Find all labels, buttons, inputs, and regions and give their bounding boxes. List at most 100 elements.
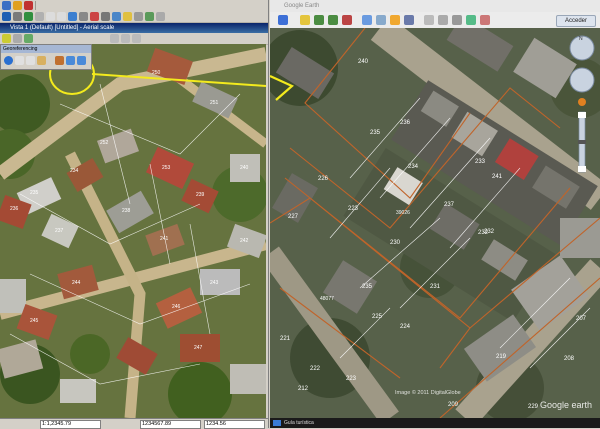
save-icon[interactable] [112,12,121,21]
ge-parcel-label: 224 [400,324,411,330]
ge-parcel-label: 235 [370,130,381,136]
ge-parcel-label: 219 [496,354,507,360]
left-parcel-label: 247 [194,345,203,351]
ruler-icon[interactable] [424,15,434,25]
zoom-extent-icon[interactable] [68,12,77,21]
ge-parcel-label: 221 [280,336,291,342]
ge-parcel-label: 209 [448,402,459,408]
left-parcel-label: 252 [100,140,109,146]
left-parcel-label: 239 [196,192,205,198]
pan-icon[interactable] [13,1,22,10]
properties-icon[interactable] [24,34,33,43]
save-image-icon[interactable] [466,15,476,25]
ge-status-bar: Guía turística [270,418,600,428]
print-icon[interactable] [452,15,462,25]
panel-title: Georeferencing [1,45,91,53]
select-icon[interactable] [13,12,22,21]
left-parcel-label: 235 [30,190,39,196]
edit-icon[interactable] [121,34,130,43]
left-parcel-label: 242 [240,238,249,244]
ge-parcel-label: 222 [310,366,321,372]
stop-icon[interactable] [90,12,99,21]
send-to-earth-icon[interactable] [66,56,75,65]
path-icon[interactable] [328,15,338,25]
placemark-icon[interactable] [300,15,310,25]
snap-icon[interactable] [110,34,119,43]
google-earth-sync-icon[interactable] [55,56,64,65]
left-parcel-label: 251 [210,100,219,106]
print-icon[interactable] [101,12,110,21]
zoom-out-icon[interactable] [57,12,66,21]
street-view-icon[interactable] [578,98,586,106]
get-from-earth-icon[interactable] [77,56,86,65]
planets-icon[interactable] [404,15,414,25]
compass-icon[interactable] [37,56,46,65]
globe-icon[interactable] [2,12,11,21]
ge-parcel-label: 236 [400,120,411,126]
ge-parcel-label: 232 [484,229,495,235]
ge-3d-view[interactable]: 240 235 236 233 234 226 223 230 231 232 235 224 221 2… [270,28,600,418]
left-parcel-label: 244 [72,280,81,286]
left-parcel-label: 238 [122,208,131,214]
tour-guide-label[interactable]: Guía turística [284,420,314,426]
map-window-title: Vista 1 (Default) [Untitled] - Aerial sc… [0,23,268,33]
ge-parcel-label: 208 [564,356,575,362]
zoom-out-icon[interactable] [578,166,586,172]
ge-parcel-label: 227 [288,214,299,220]
polygon-icon[interactable] [314,15,324,25]
ge-parcel-label: 233 [475,159,486,165]
refresh-icon[interactable] [79,12,88,21]
gis-application-window: Vista 1 (Default) [Untitled] - Aerial sc… [0,0,269,429]
ge-parcel-label: 225 [372,314,383,320]
left-parcel-label: 236 [10,206,19,212]
sun-icon[interactable] [390,15,400,25]
zoom-in-icon[interactable] [46,12,55,21]
grid-icon[interactable] [134,12,143,21]
move-control-icon[interactable] [569,67,595,93]
left-parcel-label: 240 [240,165,249,171]
arrow-left-icon[interactable] [15,56,24,65]
maps-icon[interactable] [480,15,490,25]
ge-parcel-label: 229 [528,404,539,410]
historical-imagery-icon[interactable] [376,15,386,25]
ge-parcel-label: 231 [430,284,441,290]
left-parcel-label: 250 [152,70,161,76]
email-icon[interactable] [438,15,448,25]
layers-icon[interactable] [13,34,22,43]
delete-icon[interactable] [24,1,33,10]
earth-icon[interactable] [4,56,13,65]
sidebar-toggle-icon[interactable] [278,15,288,25]
help-icon[interactable] [156,12,165,21]
overlay-icon[interactable] [342,15,352,25]
ge-parcel-label: 234 [408,164,419,170]
ge-parcel-label: 241 [492,174,503,180]
yellow-arrow-icon [269,62,295,101]
google-earth-logo: Google earth [540,400,592,410]
left-parcel-label: 243 [210,280,219,286]
ge-parcel-label: 240 [358,59,369,65]
arrow-right-icon[interactable] [26,56,35,65]
ge-parcel-label: 230 [390,240,401,246]
measure-icon[interactable] [35,12,44,21]
ge-parcel-label: 237 [444,202,455,208]
ge-parcel-label: 223 [348,206,359,212]
left-parcel-label: 234 [70,168,79,174]
node-icon[interactable] [132,34,141,43]
left-parcel-label: 241 [160,236,169,242]
view-icon[interactable] [2,34,11,43]
table-icon[interactable] [145,12,154,21]
left-parcel-label: 237 [55,228,64,234]
tour-icon[interactable] [362,15,372,25]
tools-toolbar [0,11,268,23]
zoom-slider-handle[interactable] [578,140,586,144]
zoom-in-icon[interactable] [578,112,586,118]
tour-guide-icon[interactable] [273,420,281,426]
left-map-view[interactable]: 250 251 252 253 234 235 236 237 238 239 240 241 242 2… [0,44,266,418]
ge-parcel-label: 235 [362,284,373,290]
login-button[interactable]: Acceder [556,15,596,27]
info-icon[interactable] [2,1,11,10]
north-indicator-icon: N [579,36,583,42]
left-parcel-label: 253 [162,165,171,171]
layer-icon[interactable] [24,12,33,21]
folder-icon[interactable] [123,12,132,21]
